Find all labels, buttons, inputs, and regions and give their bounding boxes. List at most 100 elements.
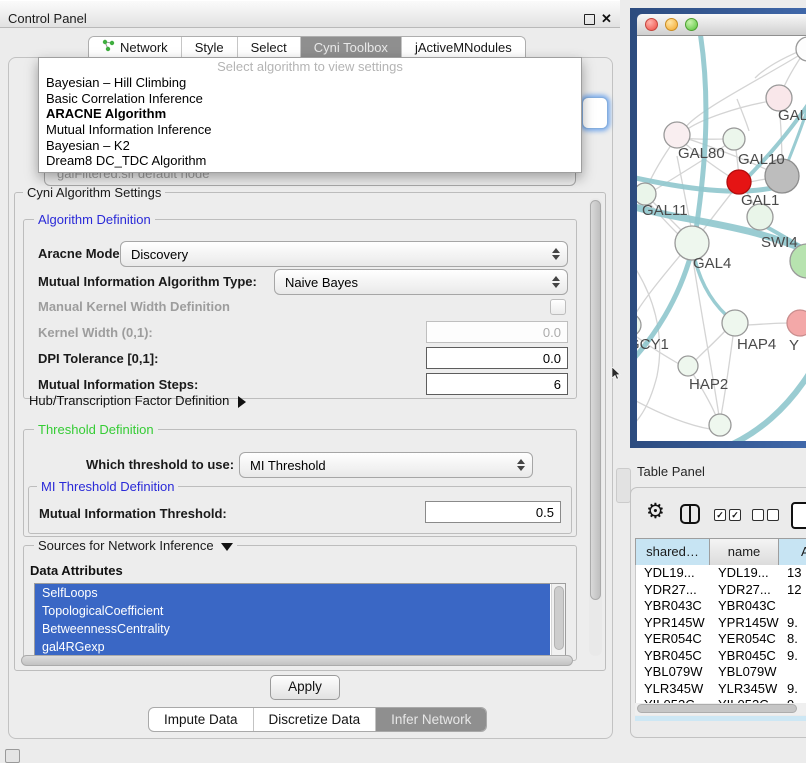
- table-row[interactable]: YER054CYER054C8.: [636, 631, 806, 648]
- network-node[interactable]: [709, 414, 731, 436]
- table-row[interactable]: YBL079WYBL079W: [636, 664, 806, 681]
- close-icon[interactable]: ✕: [601, 6, 612, 32]
- new-table-icon[interactable]: [791, 502, 806, 529]
- table-cell[interactable]: YER054C: [636, 631, 710, 648]
- table-cell[interactable]: 9.: [779, 615, 806, 632]
- float-window-icon[interactable]: [584, 14, 595, 25]
- tab-jactivemnodules[interactable]: jActiveMNodules: [402, 37, 525, 59]
- table-cell[interactable]: YBL079W: [710, 664, 779, 681]
- hub-transcription-factor-expander[interactable]: Hub/Transcription Factor Definition: [29, 393, 246, 408]
- tab-select[interactable]: Select: [238, 37, 301, 59]
- minimize-traffic-light-icon[interactable]: [665, 18, 678, 31]
- table-cell[interactable]: [779, 664, 806, 681]
- network-node[interactable]: [796, 37, 806, 61]
- table-cell[interactable]: [779, 598, 806, 615]
- deselect-all-checkbox-icon[interactable]: [752, 509, 764, 521]
- tab-style[interactable]: Style: [182, 37, 238, 59]
- table-cell[interactable]: YDL19...: [710, 565, 779, 582]
- algorithm-option[interactable]: ARACNE Algorithm: [39, 106, 581, 122]
- algorithm-option[interactable]: Bayesian – K2: [39, 138, 581, 154]
- table-cell[interactable]: 9.: [779, 681, 806, 698]
- manual-kernel-width-checkbox[interactable]: [550, 299, 566, 315]
- network-node[interactable]: [787, 310, 806, 336]
- network-canvas[interactable]: GALGAL80GAL10GAL1GAL11SWI4GAL4GCY1HAP4YH…: [637, 36, 806, 441]
- table-cell[interactable]: YER054C: [710, 631, 779, 648]
- tab-discretize-data[interactable]: Discretize Data: [254, 708, 377, 731]
- mi-algorithm-type-combobox[interactable]: Naive Bayes: [274, 269, 568, 295]
- data-attribute-item[interactable]: BetweennessCentrality: [35, 620, 550, 638]
- table-row[interactable]: YBR045CYBR045C9.: [636, 648, 806, 665]
- deselect-all-checkbox-icon[interactable]: [767, 509, 779, 521]
- data-attribute-item[interactable]: TopologicalCoefficient: [35, 602, 550, 620]
- select-all-checkbox-icon[interactable]: ✓: [729, 509, 741, 521]
- table-cell[interactable]: YBR045C: [636, 648, 710, 665]
- network-window-titlebar[interactable]: [637, 14, 806, 36]
- table-cell[interactable]: YBR043C: [636, 598, 710, 615]
- algorithm-option[interactable]: Bayesian – Hill Climbing: [39, 75, 581, 91]
- which-threshold-combobox[interactable]: MI Threshold: [239, 452, 533, 478]
- mouse-cursor: [612, 367, 621, 385]
- algorithm-option[interactable]: Mutual Information Inference: [39, 122, 581, 138]
- table-cell[interactable]: 13: [779, 565, 806, 582]
- data-attribute-item[interactable]: SelfLoops: [35, 584, 550, 602]
- table-horizontal-scrollbar-thumb[interactable]: [637, 704, 797, 713]
- algorithm-option[interactable]: Basic Correlation Inference: [39, 91, 581, 107]
- network-node[interactable]: [678, 356, 698, 376]
- stepper-arrows-icon: [517, 459, 525, 471]
- tab-infer-network[interactable]: Infer Network: [376, 708, 486, 731]
- algorithm-option[interactable]: Dream8 DC_TDC Algorithm: [39, 153, 581, 169]
- network-node[interactable]: [723, 128, 745, 150]
- split-columns-icon[interactable]: [680, 504, 700, 524]
- table-cell[interactable]: YPR145W: [636, 615, 710, 632]
- network-node[interactable]: [637, 314, 641, 336]
- sources-group-title[interactable]: Sources for Network Inference: [34, 538, 237, 553]
- kernel-width-field[interactable]: 0.0: [426, 321, 568, 343]
- table-cell[interactable]: 9.: [779, 648, 806, 665]
- table-row[interactable]: YBR043CYBR043C: [636, 598, 806, 615]
- minimized-panel-icon[interactable]: [5, 749, 20, 763]
- table-cell[interactable]: 8.: [779, 631, 806, 648]
- zoom-traffic-light-icon[interactable]: [685, 18, 698, 31]
- table-cell[interactable]: YBR043C: [710, 598, 779, 615]
- dpi-tolerance-field[interactable]: 0.0: [426, 347, 568, 369]
- mi-steps-field[interactable]: 6: [426, 373, 568, 395]
- table-row[interactable]: YDL19...YDL19...13: [636, 565, 806, 582]
- column-header-shared-name[interactable]: shared…: [636, 539, 710, 566]
- tab-cyni-toolbox[interactable]: Cyni Toolbox: [301, 37, 402, 59]
- attributes-scrollbar[interactable]: [551, 584, 565, 657]
- table-cell[interactable]: YPR145W: [710, 615, 779, 632]
- column-header-partial[interactable]: A: [779, 539, 806, 566]
- table-row[interactable]: YPR145WYPR145W9.: [636, 615, 806, 632]
- column-header-name[interactable]: name: [710, 539, 779, 566]
- table-cell[interactable]: YBR045C: [710, 648, 779, 665]
- mi-threshold-field[interactable]: 0.5: [425, 501, 561, 523]
- settings-horizontal-scrollbar-thumb[interactable]: [21, 655, 573, 666]
- table-cell[interactable]: 12: [779, 582, 806, 599]
- settings-vertical-scrollbar-thumb[interactable]: [590, 200, 601, 600]
- network-node[interactable]: [727, 170, 751, 194]
- table-cell[interactable]: YDR27...: [636, 582, 710, 599]
- tab-impute-data[interactable]: Impute Data: [149, 708, 254, 731]
- table-cell[interactable]: YDR27...: [710, 582, 779, 599]
- table-row[interactable]: YDR27...YDR27...12: [636, 582, 806, 599]
- apply-button[interactable]: Apply: [270, 675, 340, 700]
- table-cell[interactable]: YLR345W: [710, 681, 779, 698]
- table-cell[interactable]: YLR345W: [636, 681, 710, 698]
- close-traffic-light-icon[interactable]: [645, 18, 658, 31]
- select-all-checkbox-icon[interactable]: ✓: [714, 509, 726, 521]
- aracne-mode-combobox[interactable]: Discovery: [120, 241, 568, 267]
- table-cell[interactable]: YDL19...: [636, 565, 710, 582]
- table-row[interactable]: YLR345WYLR345W9.: [636, 681, 806, 698]
- network-node-label: GAL: [778, 107, 806, 124]
- algorithm-combobox-focus-edge[interactable]: [582, 97, 608, 129]
- table-horizontal-scrollbar[interactable]: [635, 703, 806, 715]
- attributes-scrollbar-thumb[interactable]: [554, 586, 564, 650]
- table-settings-gear-icon[interactable]: ⚙: [646, 500, 665, 524]
- settings-horizontal-scrollbar[interactable]: [19, 654, 585, 667]
- network-node[interactable]: [722, 310, 748, 336]
- aracne-mode-label: Aracne Mode:: [38, 241, 124, 267]
- settings-vertical-scrollbar[interactable]: [589, 198, 602, 656]
- table-cell[interactable]: YBL079W: [636, 664, 710, 681]
- panel-divider-grip[interactable]: [616, 468, 631, 503]
- tab-network[interactable]: Network: [89, 37, 182, 59]
